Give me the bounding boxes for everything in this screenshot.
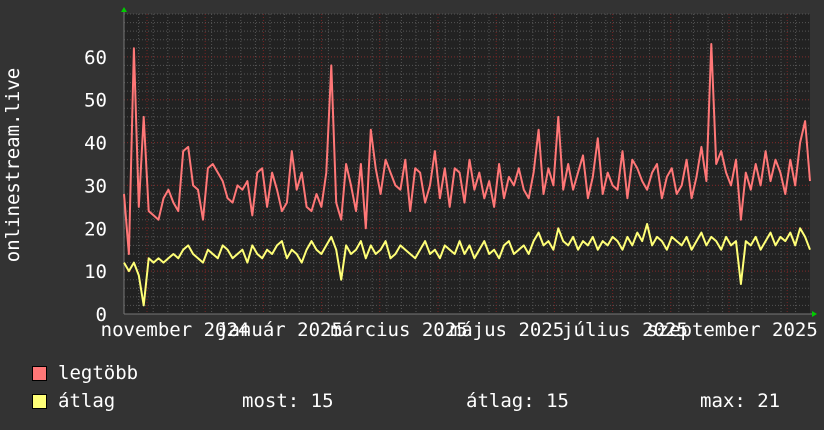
- y-tick-label: 30: [84, 175, 107, 197]
- x-tick-label: január 2025: [217, 319, 343, 341]
- y-axis-title: onlinestream.live: [2, 67, 24, 263]
- legend-max-value: max: 21: [700, 390, 781, 412]
- x-tick-label: szeptember 2025: [646, 319, 818, 341]
- legend-average-value: átlag: 15: [466, 390, 569, 412]
- x-tick-label: május 2025: [449, 319, 565, 341]
- legend-now-value: most: 15: [242, 390, 334, 412]
- y-tick-label: 20: [84, 218, 107, 240]
- legend-swatch-max: [32, 366, 47, 381]
- x-axis-arrow-icon: [812, 311, 817, 317]
- legend-max-label: legtöbb: [58, 362, 139, 384]
- legend-swatch-avg: [32, 394, 47, 409]
- y-axis-arrow-icon: [121, 7, 127, 12]
- y-tick-label: 10: [84, 261, 107, 283]
- y-tick-label: 50: [84, 90, 107, 112]
- y-tick-label: 60: [84, 47, 107, 69]
- y-tick-label: 40: [84, 133, 107, 155]
- x-tick-label: március 2025: [330, 319, 468, 341]
- legend-avg-label: átlag: [58, 390, 116, 412]
